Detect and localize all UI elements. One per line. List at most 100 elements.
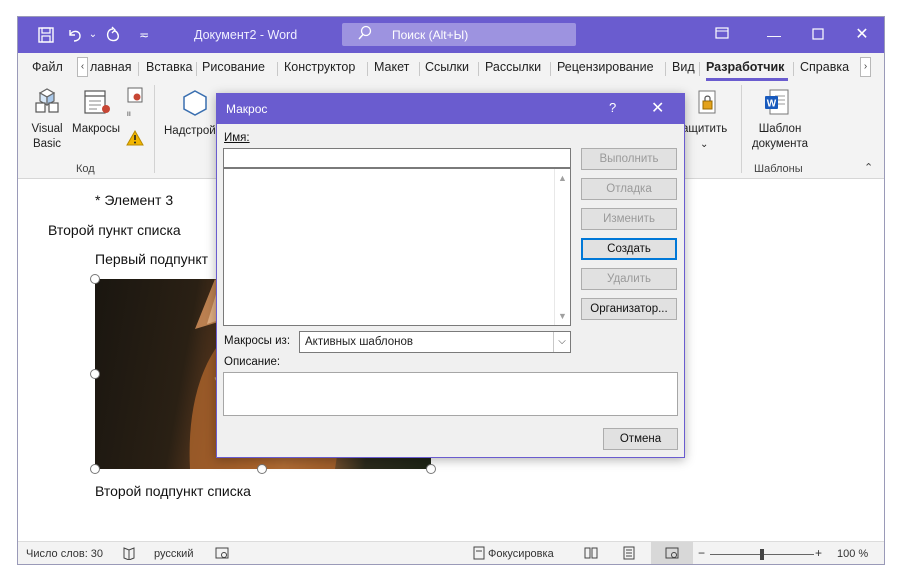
tab-separator: [367, 62, 368, 76]
cancel-button[interactable]: Отмена: [603, 428, 678, 450]
accessibility-icon[interactable]: [215, 546, 229, 563]
organizer-button[interactable]: Организатор...: [581, 298, 677, 320]
minimize-icon[interactable]: —: [764, 25, 784, 45]
search-icon: [358, 25, 372, 44]
macros-from-label: Макросы из:: [224, 335, 291, 347]
protect-dropdown-icon[interactable]: ⌄: [700, 137, 708, 152]
focus-mode-button[interactable]: Фокусировка: [488, 548, 554, 560]
macro-security-icon[interactable]: [126, 129, 144, 149]
tab-review[interactable]: Рецензирование: [557, 60, 654, 74]
close-icon[interactable]: ✕: [852, 25, 872, 45]
undo-icon[interactable]: [66, 26, 84, 44]
print-layout-icon[interactable]: [623, 546, 635, 563]
doc-line: Второй подпункт списка: [95, 483, 251, 499]
zoom-slider-thumb[interactable]: [760, 549, 764, 560]
document-template-button[interactable]: Шаблон документа: [744, 122, 816, 152]
chevron-down-icon[interactable]: ⌵: [553, 332, 570, 352]
delete-button[interactable]: Удалить: [581, 268, 677, 290]
zoom-out-icon[interactable]: −: [698, 546, 705, 560]
scroll-up-icon[interactable]: ▲: [558, 173, 567, 183]
tab-separator: [419, 62, 420, 76]
svg-text:W: W: [767, 99, 777, 110]
template-label-1: Шаблон: [758, 123, 802, 135]
macro-list-scrollbar[interactable]: ▲ ▼: [554, 169, 570, 325]
edit-button[interactable]: Изменить: [581, 208, 677, 230]
customize-toolbar-icon[interactable]: ≂: [135, 26, 153, 44]
macros-from-value: Активных шаблонов: [305, 336, 413, 348]
group-templates-label: Шаблоны: [754, 163, 803, 175]
name-label-text: Имя:: [224, 132, 250, 144]
tab-mailings[interactable]: Рассылки: [485, 60, 541, 74]
dialog-title: Макрос: [226, 102, 268, 116]
addins-icon[interactable]: [182, 89, 208, 120]
macro-name-input[interactable]: [223, 148, 571, 168]
protect-button[interactable]: ащитить: [682, 122, 727, 137]
help-icon[interactable]: ?: [609, 100, 616, 115]
tabs-scroll-left-icon[interactable]: ‹: [77, 57, 88, 77]
document-template-icon[interactable]: W: [764, 88, 790, 119]
undo-dropdown-icon[interactable]: ⌄: [84, 26, 102, 44]
macros-from-select[interactable]: Активных шаблонов ⌵: [299, 331, 571, 353]
tab-separator: [196, 62, 197, 76]
save-icon[interactable]: [37, 26, 55, 44]
language[interactable]: русский: [154, 548, 193, 560]
desktop: ⌄ ≂ Документ2 - Word Поиск (Alt+Ы) — ✕ Ф…: [0, 0, 901, 581]
redo-icon[interactable]: [104, 26, 122, 44]
zoom-in-icon[interactable]: +: [815, 546, 822, 560]
scroll-down-icon[interactable]: ▼: [558, 311, 567, 321]
macro-list[interactable]: ▲ ▼: [223, 168, 571, 326]
resize-handle-bottom-right[interactable]: [426, 464, 436, 474]
macros-button[interactable]: Макросы: [68, 122, 124, 137]
macro-dialog: Макрос ? ✕ Имя: ▲ ▼ Макросы из: Активных…: [216, 93, 685, 458]
group-code-label: Код: [76, 163, 95, 175]
proofing-icon[interactable]: [122, 546, 136, 563]
doc-line: Первый подпункт: [95, 251, 209, 267]
title-bar: ⌄ ≂ Документ2 - Word Поиск (Alt+Ы) — ✕: [18, 17, 884, 53]
visual-basic-label-1: Visual: [31, 123, 63, 135]
focus-icon[interactable]: [473, 546, 485, 563]
macros-icon[interactable]: [82, 87, 112, 120]
record-macro-icon[interactable]: [126, 86, 144, 107]
web-layout-icon: [665, 546, 679, 563]
word-count[interactable]: Число слов: 30: [26, 548, 103, 560]
tab-developer[interactable]: Разработчик: [706, 60, 784, 74]
visual-basic-button[interactable]: Visual Basic: [28, 122, 66, 152]
resize-handle-bottom-left[interactable]: [90, 464, 100, 474]
tabs-scroll-right-icon[interactable]: ›: [860, 57, 871, 77]
tab-layout[interactable]: Макет: [374, 60, 409, 74]
description-box: [223, 372, 678, 416]
zoom-level[interactable]: 100 %: [837, 548, 868, 560]
pause-recording-icon[interactable]: ⏸︎: [126, 108, 132, 121]
tab-draw[interactable]: Рисование: [202, 60, 265, 74]
web-layout-button[interactable]: [651, 542, 693, 564]
ribbon-display-options-icon[interactable]: [712, 25, 732, 45]
tab-separator: [665, 62, 666, 76]
resize-handle-left[interactable]: [90, 369, 100, 379]
restrict-editing-icon[interactable]: [696, 89, 718, 118]
tab-home[interactable]: лавная: [90, 60, 132, 74]
tab-file[interactable]: Файл: [32, 60, 63, 74]
debug-button[interactable]: Отладка: [581, 178, 677, 200]
visual-basic-icon[interactable]: [32, 87, 62, 118]
addins-button[interactable]: Надстрой: [164, 124, 216, 139]
maximize-icon[interactable]: [808, 25, 828, 45]
doc-line: Второй пункт списка: [48, 222, 181, 238]
resize-handle-top-left[interactable]: [90, 274, 100, 284]
create-button[interactable]: Создать: [581, 238, 677, 260]
tab-design[interactable]: Конструктор: [284, 60, 355, 74]
resize-handle-bottom[interactable]: [257, 464, 267, 474]
read-mode-icon[interactable]: [584, 546, 598, 563]
tab-help[interactable]: Справка: [800, 60, 849, 74]
tab-view[interactable]: Вид: [672, 60, 695, 74]
tab-insert[interactable]: Вставка: [146, 60, 192, 74]
group-separator: [154, 85, 155, 173]
status-bar: Число слов: 30 русский Фокусировка − + 1…: [18, 541, 884, 564]
description-label: Описание:: [224, 356, 281, 368]
tab-separator: [138, 62, 139, 76]
collapse-ribbon-icon[interactable]: ⌃: [864, 161, 873, 174]
search-box[interactable]: Поиск (Alt+Ы): [342, 23, 576, 46]
dialog-close-icon[interactable]: ✕: [651, 98, 664, 118]
group-separator: [741, 85, 742, 173]
run-button[interactable]: Выполнить: [581, 148, 677, 170]
tab-references[interactable]: Ссылки: [425, 60, 469, 74]
